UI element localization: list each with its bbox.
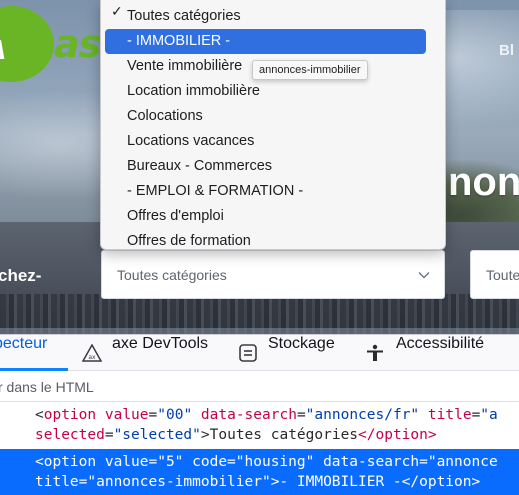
tab-label: Accessibilité: [396, 335, 485, 352]
secondary-select-value: Toute: [486, 267, 519, 283]
code-token: =: [296, 407, 306, 423]
dropdown-option-label: Colocations: [127, 108, 203, 124]
dropdown-option-label: Offres de formation: [127, 233, 251, 249]
dropdown-option-label: Locations vacances: [127, 133, 255, 149]
code-closing-tag: </option>: [358, 427, 437, 443]
category-dropdown-menu[interactable]: ✓ Toutes catégories - IMMOBILIER - Vente…: [100, 0, 446, 250]
code-tag-name: option: [43, 407, 97, 423]
code-token: >: [200, 427, 210, 443]
dropdown-option-label: Offres d'emploi: [127, 208, 224, 224]
tab-inspector[interactable]: pecteur: [0, 335, 47, 371]
tab-axe-devtools[interactable]: axe DevTools: [112, 335, 208, 371]
code-attr-name: title: [427, 407, 472, 423]
search-label: chez-: [0, 266, 42, 285]
chevron-down-icon: [418, 272, 430, 279]
category-select[interactable]: Toutes catégories: [101, 250, 445, 299]
checkmark-icon: ✓: [111, 4, 123, 20]
devtools-tab-bar: pecteur ax axe DevTools Stockage Accessi…: [0, 335, 519, 371]
dropdown-option-label: Bureaux - Commerces: [127, 158, 273, 174]
code-token: =: [104, 427, 114, 443]
code-token: <: [35, 407, 44, 423]
dropdown-option[interactable]: Colocations: [105, 104, 426, 129]
dropdown-option[interactable]: ✓ Toutes catégories: [105, 4, 426, 29]
dropdown-option-highlighted[interactable]: - IMMOBILIER -: [105, 29, 426, 54]
code-attr-value: "selected": [113, 427, 201, 443]
dropdown-option[interactable]: Bureaux - Commerces: [105, 154, 426, 179]
devtools-panel: pecteur ax axe DevTools Stockage Accessi…: [0, 334, 519, 495]
top-nav-link[interactable]: Bl: [499, 42, 514, 59]
web-page: VA astre Bl nonce chez- Toutes catégorie…: [0, 0, 519, 334]
dropdown-option[interactable]: - EMPLOI & FORMATION -: [105, 179, 426, 204]
tab-label: pecteur: [0, 335, 48, 352]
accessibility-icon: [367, 344, 383, 361]
code-token: =: [148, 407, 158, 423]
code-token: =: [471, 407, 481, 423]
dropdown-option-label: Location immobilière: [127, 83, 260, 99]
code-attr-name: data-search: [200, 407, 297, 423]
code-attr-name: selected: [35, 427, 105, 443]
dropdown-option-label: Vente immobilière: [127, 58, 243, 74]
code-attr-name: value: [104, 407, 149, 423]
html-markup-tree[interactable]: <option value="00" data-search="annonces…: [0, 403, 519, 495]
markup-line[interactable]: <option value="00" data-search="annonces…: [35, 405, 498, 425]
dropdown-option-label: - EMPLOI & FORMATION -: [127, 183, 304, 199]
markup-line[interactable]: selected="selected">Toutes catégories</o…: [35, 425, 437, 445]
logo-badge-text: VA: [0, 36, 6, 66]
tab-label: axe DevTools: [112, 335, 209, 352]
selected-markup-node[interactable]: <option value="5" code="housing" data-se…: [0, 449, 519, 495]
html-search-bar[interactable]: r dans le HTML: [0, 372, 519, 402]
markup-line: <option value="5" code="housing" data-se…: [35, 454, 498, 470]
code-attr-value: "annonces/fr": [305, 407, 420, 423]
active-tab-indicator: [0, 368, 68, 371]
dropdown-option[interactable]: Offres d'emploi: [105, 204, 426, 229]
tab-storage[interactable]: Stockage: [268, 335, 335, 371]
dropdown-option[interactable]: Location immobilière: [105, 79, 426, 104]
storage-icon: [239, 344, 257, 362]
dropdown-option-label: - IMMOBILIER -: [127, 33, 231, 49]
hero-title: nonce: [448, 160, 519, 204]
secondary-select[interactable]: Toute: [470, 250, 519, 299]
code-attr-value: "00": [157, 407, 193, 423]
svg-text:ax: ax: [88, 354, 96, 361]
code-attr-value: "a: [480, 407, 498, 423]
html-search-placeholder: r dans le HTML: [0, 379, 94, 395]
dropdown-option[interactable]: Offres de formation: [105, 229, 426, 249]
tab-accessibility[interactable]: Accessibilité: [396, 335, 484, 371]
dropdown-option-label: Toutes catégories: [127, 8, 241, 24]
markup-line: title="annonces-immobilier">- IMMOBILIER…: [35, 474, 481, 490]
code-text-node: Toutes catégories: [209, 427, 359, 443]
tab-label: Stockage: [268, 335, 335, 352]
axe-icon: ax: [82, 344, 102, 362]
category-select-value: Toutes catégories: [117, 267, 227, 283]
option-tooltip: annonces-immobilier: [252, 60, 368, 80]
dropdown-option[interactable]: Locations vacances: [105, 129, 426, 154]
